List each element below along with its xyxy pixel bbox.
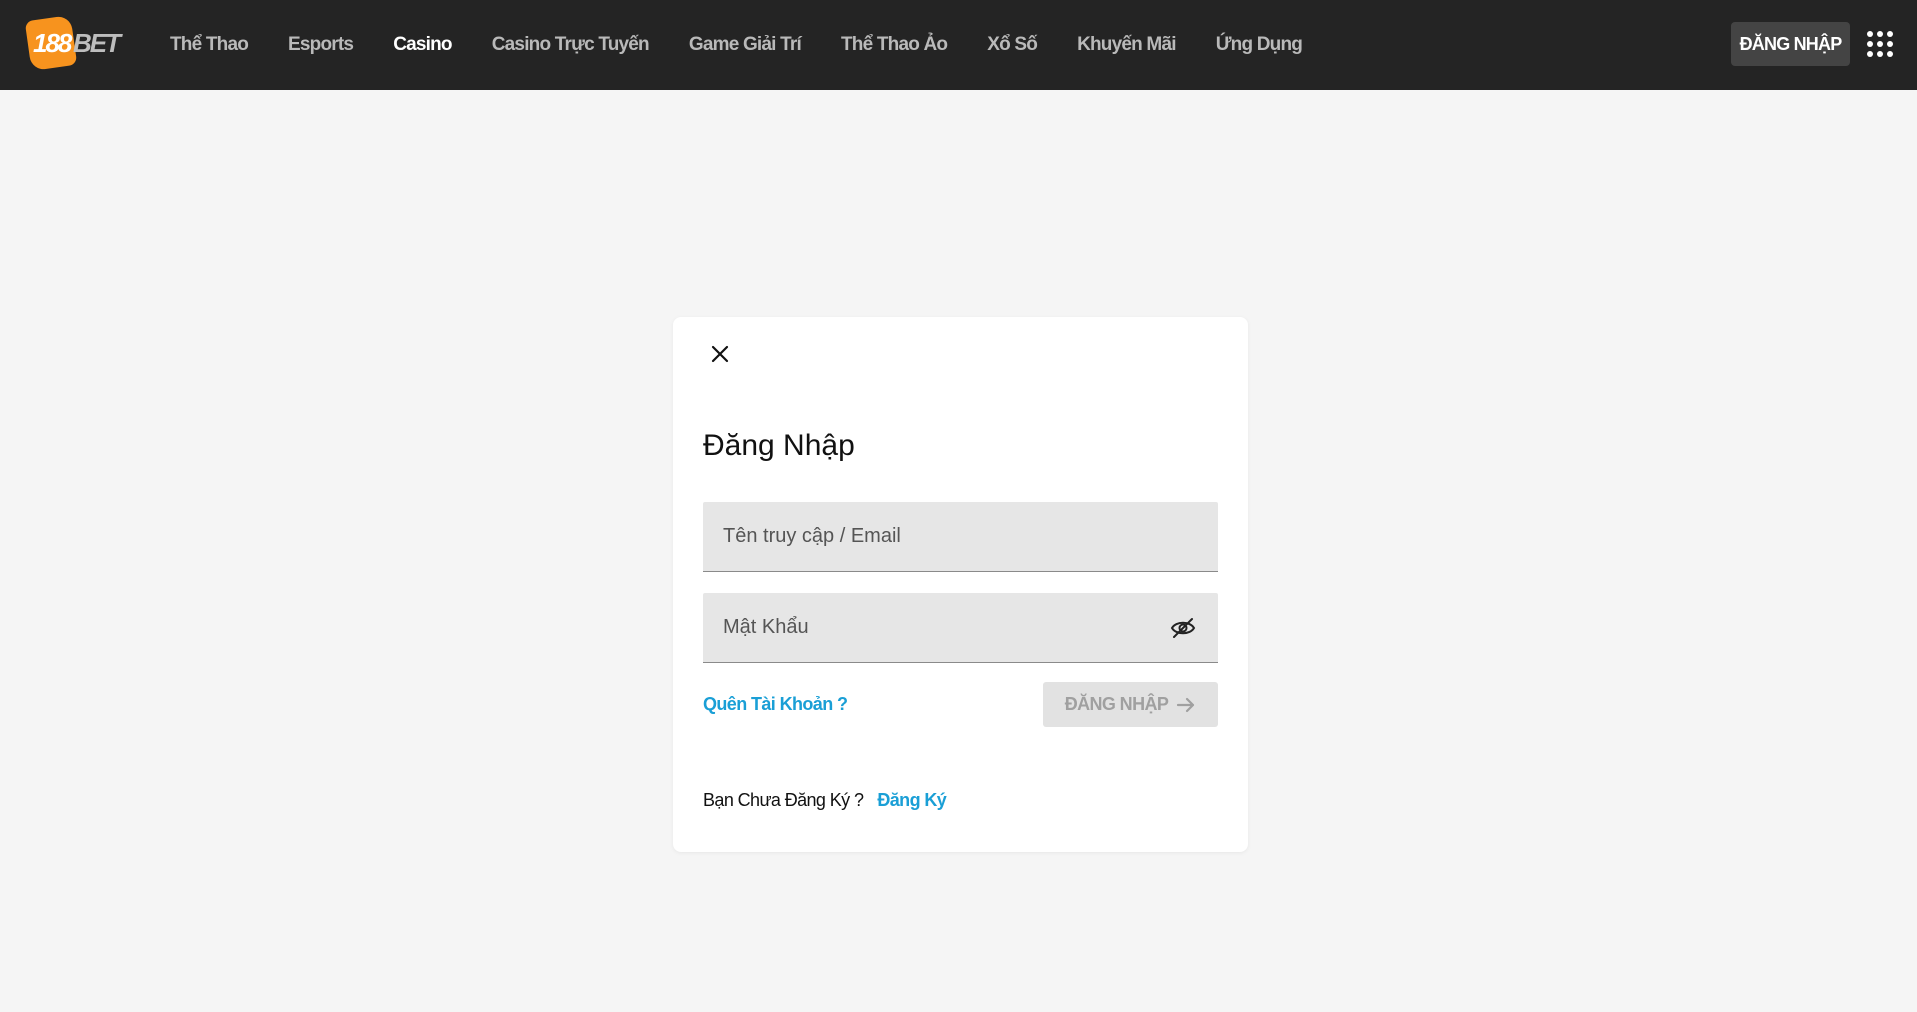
grid-dot bbox=[1887, 31, 1893, 37]
grid-dot bbox=[1877, 51, 1883, 57]
grid-dot bbox=[1867, 51, 1873, 57]
login-submit-button[interactable]: ĐĂNG NHẬP bbox=[1043, 682, 1218, 727]
password-field-container bbox=[703, 593, 1218, 663]
brand-logo[interactable]: 188 BET bbox=[24, 15, 121, 71]
arrow-right-icon bbox=[1177, 697, 1195, 712]
main-nav: Thể Thao Esports Casino Casino Trực Tuyế… bbox=[170, 0, 1342, 90]
grid-dot bbox=[1877, 41, 1883, 47]
nav-item-ung-dung[interactable]: Ứng Dụng bbox=[1216, 34, 1303, 56]
grid-dot bbox=[1887, 41, 1893, 47]
nav-item-casino[interactable]: Casino bbox=[393, 34, 452, 56]
grid-dot bbox=[1867, 41, 1873, 47]
signup-question: Bạn Chưa Đăng Ký ? bbox=[703, 790, 864, 810]
close-icon[interactable] bbox=[705, 339, 735, 369]
grid-dot bbox=[1877, 31, 1883, 37]
login-modal: Đăng Nhập Quên Tài Khoản ? ĐĂNG NHẬP Bạn… bbox=[673, 317, 1248, 852]
top-navigation-bar: 188 BET Thể Thao Esports Casino Casino T… bbox=[0, 0, 1917, 90]
grid-dot bbox=[1887, 51, 1893, 57]
nav-item-khuyen-mai[interactable]: Khuyến Mãi bbox=[1077, 34, 1176, 56]
login-submit-label: ĐĂNG NHẬP bbox=[1064, 694, 1169, 714]
signup-link[interactable]: Đăng Ký bbox=[877, 790, 946, 811]
nav-item-xo-so[interactable]: Xổ Số bbox=[987, 34, 1038, 56]
nav-item-the-thao[interactable]: Thể Thao bbox=[170, 34, 249, 56]
nav-item-the-thao-ao[interactable]: Thể Thao Ảo bbox=[841, 34, 948, 56]
signup-row: Bạn Chưa Đăng Ký ? Đăng Ký bbox=[703, 790, 947, 811]
nav-item-game-giai-tri[interactable]: Game Giải Trí bbox=[689, 34, 802, 56]
logo-number: 188 bbox=[33, 28, 72, 58]
username-input[interactable] bbox=[703, 502, 1218, 571]
username-field-container bbox=[703, 502, 1218, 572]
password-input[interactable] bbox=[703, 593, 1218, 662]
nav-item-casino-truc-tuyen[interactable]: Casino Trực Tuyến bbox=[492, 34, 650, 56]
modal-title: Đăng Nhập bbox=[703, 429, 855, 462]
grid-dot bbox=[1867, 31, 1873, 37]
nav-item-esports[interactable]: Esports bbox=[288, 34, 354, 56]
logo-text: BET bbox=[73, 28, 121, 58]
grid-menu-icon[interactable] bbox=[1867, 31, 1893, 57]
forgot-account-link[interactable]: Quên Tài Khoản ? bbox=[703, 694, 848, 715]
header-login-button[interactable]: ĐĂNG NHẬP bbox=[1731, 22, 1850, 66]
eye-slash-icon[interactable] bbox=[1170, 616, 1196, 640]
